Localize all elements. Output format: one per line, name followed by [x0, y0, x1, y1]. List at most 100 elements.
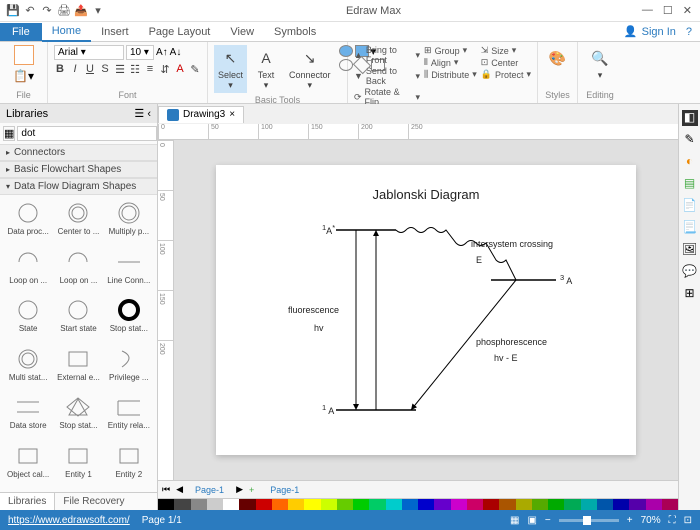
libraries-tab[interactable]: Libraries	[0, 493, 55, 510]
shape-item[interactable]: Multi stat...	[4, 345, 52, 392]
status-url[interactable]: https://www.edrawsoft.com/	[8, 515, 130, 526]
shape-item[interactable]: Data proc...	[4, 199, 52, 246]
tab-page-layout[interactable]: Page Layout	[139, 23, 221, 41]
color-swatch[interactable]	[467, 499, 483, 510]
connector-tool[interactable]: ↘Connector▾	[285, 45, 335, 93]
color-swatch[interactable]	[646, 499, 662, 510]
tab-view[interactable]: View	[220, 23, 264, 41]
font-shrink-icon[interactable]: A↓	[170, 47, 182, 58]
bold-button[interactable]: B	[54, 63, 66, 76]
search-input[interactable]	[17, 126, 157, 141]
category-connectors[interactable]: ▸Connectors	[0, 144, 157, 161]
group-button[interactable]: ⊞ Group▾	[424, 45, 477, 56]
fill-panel-icon[interactable]: ◧	[682, 110, 698, 126]
file-tab[interactable]: File	[0, 23, 42, 41]
page-nav-first-icon[interactable]: ⏮	[162, 484, 170, 495]
shape-item[interactable]: Privilege ...	[105, 345, 153, 392]
align-button[interactable]: ⫴ Align▾	[424, 57, 477, 68]
font-size-select[interactable]: 10 ▾	[126, 45, 154, 60]
color-swatch[interactable]	[402, 499, 418, 510]
category-dataflow[interactable]: ▾Data Flow Diagram Shapes	[0, 178, 157, 195]
shape-item[interactable]: Line Conn...	[105, 248, 153, 295]
canvas[interactable]: Jablonski Diagram 1A* 3 A 1 A inte	[174, 140, 678, 480]
center-button[interactable]: ⊡ Center	[481, 57, 531, 68]
sign-in-link[interactable]: 👤 Sign In ?	[616, 22, 700, 41]
color-swatch[interactable]	[516, 499, 532, 510]
color-swatch[interactable]	[304, 499, 320, 510]
page[interactable]: Jablonski Diagram 1A* 3 A 1 A inte	[216, 165, 636, 455]
underline-button[interactable]: U	[84, 63, 96, 76]
color-swatch[interactable]	[288, 499, 304, 510]
shape-item[interactable]: Loop on ...	[54, 248, 102, 295]
strike-button[interactable]: S	[99, 63, 111, 76]
shape-item[interactable]: Loop on ...	[4, 248, 52, 295]
shape-item[interactable]: Start state	[54, 296, 102, 343]
libraries-menu-icon[interactable]: ☰ ‹	[134, 107, 151, 120]
font-color-icon[interactable]: A	[174, 63, 186, 76]
shape-item[interactable]: Stop stat...	[105, 296, 153, 343]
redo-icon[interactable]: ↷	[40, 4, 54, 18]
tab-home[interactable]: Home	[42, 22, 91, 42]
protect-button[interactable]: 🔒 Protect▾	[481, 69, 531, 80]
color-swatch[interactable]	[434, 499, 450, 510]
page-tab[interactable]: Page-1	[189, 484, 230, 496]
document-tab[interactable]: Drawing3 ×	[158, 106, 244, 123]
shape-item[interactable]: Center to ...	[54, 199, 102, 246]
fit-page-icon[interactable]: ⊡	[684, 515, 692, 526]
shape-item[interactable]: State	[4, 296, 52, 343]
comment-panel-icon[interactable]: 💬	[682, 264, 698, 280]
numbering-icon[interactable]: ☷	[129, 63, 141, 76]
color-swatch[interactable]	[272, 499, 288, 510]
color-swatch[interactable]	[386, 499, 402, 510]
color-swatch[interactable]	[369, 499, 385, 510]
font-name-select[interactable]: Arial ▾	[54, 45, 124, 60]
view-mode-icon[interactable]: ▦	[510, 515, 519, 526]
maximize-icon[interactable]: ☐	[663, 4, 673, 17]
zoom-out-icon[interactable]: −	[545, 515, 551, 526]
export-icon[interactable]: 📤	[74, 4, 88, 18]
shape-item[interactable]: Data store	[4, 393, 52, 440]
shape-item[interactable]: Entity 1	[54, 442, 102, 489]
paste-icon[interactable]	[14, 45, 34, 65]
close-tab-icon[interactable]: ×	[229, 109, 235, 120]
color-swatch[interactable]	[451, 499, 467, 510]
text-tool[interactable]: AText▾	[251, 45, 281, 93]
color-swatch[interactable]	[532, 499, 548, 510]
zoom-in-icon[interactable]: +	[627, 515, 633, 526]
color-swatch[interactable]	[548, 499, 564, 510]
help-icon[interactable]: ?	[686, 26, 692, 38]
shape-item[interactable]: External e...	[54, 345, 102, 392]
color-swatch[interactable]	[158, 499, 174, 510]
shape-item[interactable]: Entity 2	[105, 442, 153, 489]
tab-insert[interactable]: Insert	[91, 23, 139, 41]
color-swatch[interactable]	[256, 499, 272, 510]
page-panel-icon[interactable]: 📃	[682, 220, 698, 236]
bullets-icon[interactable]: ☰	[114, 63, 126, 76]
color-swatch[interactable]	[662, 499, 678, 510]
file-recovery-tab[interactable]: File Recovery	[55, 493, 132, 510]
line-panel-icon[interactable]: ✎	[682, 132, 698, 148]
color-swatch[interactable]	[353, 499, 369, 510]
color-swatch[interactable]	[223, 499, 239, 510]
save-icon[interactable]: 💾	[6, 4, 20, 18]
view-mode2-icon[interactable]: ▣	[527, 515, 536, 526]
color-swatch[interactable]	[629, 499, 645, 510]
highlight-icon[interactable]: ✎	[189, 63, 201, 76]
page-nav-prev-icon[interactable]: ◀	[176, 484, 183, 495]
distribute-button[interactable]: ⫼ Distribute▾	[424, 69, 477, 80]
layers-panel-icon[interactable]: ▤	[682, 176, 698, 192]
styles-button[interactable]: 🎨	[544, 45, 571, 72]
clipboard-small-icon[interactable]: 📋▾	[13, 69, 34, 83]
data-panel-icon[interactable]: ⊞	[682, 286, 698, 302]
shape-item[interactable]: Multiply p...	[105, 199, 153, 246]
category-flowchart[interactable]: ▸Basic Flowchart Shapes	[0, 161, 157, 178]
shape-item[interactable]: Stop stat...	[54, 393, 102, 440]
spacing-icon[interactable]: ⇵	[159, 63, 171, 76]
select-tool[interactable]: ↖Select▾	[214, 45, 247, 93]
page-nav-next-icon[interactable]: ▶	[236, 484, 243, 495]
color-swatch[interactable]	[499, 499, 515, 510]
undo-icon[interactable]: ↶	[23, 4, 37, 18]
text-panel-icon[interactable]: 📄	[682, 198, 698, 214]
add-page-icon[interactable]: +	[249, 485, 254, 495]
color-swatch[interactable]	[418, 499, 434, 510]
